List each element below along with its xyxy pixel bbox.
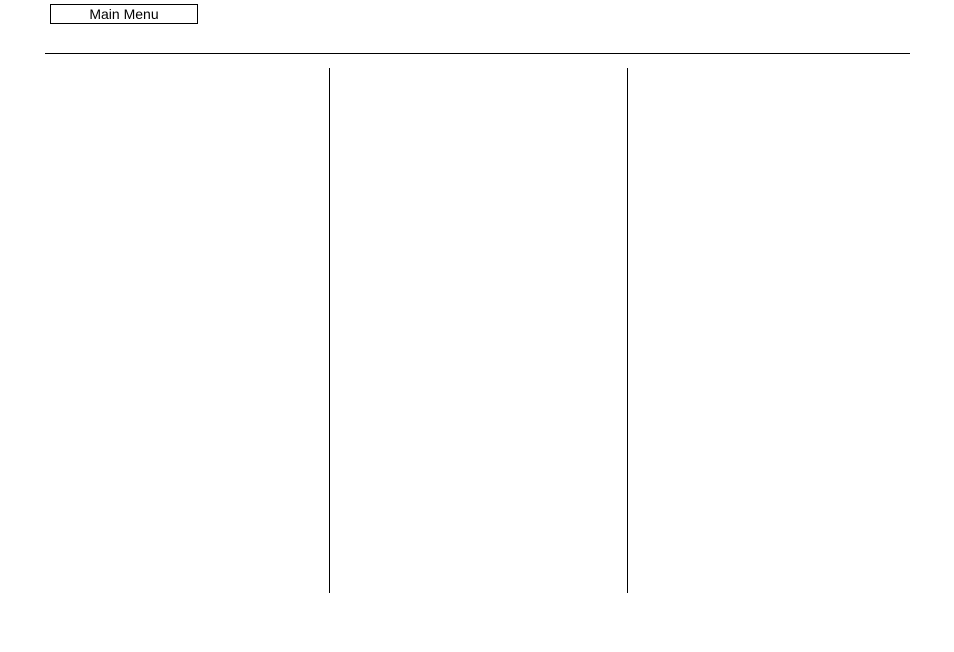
main-menu-label: Main Menu	[89, 6, 158, 22]
content-column-1	[45, 68, 328, 593]
content-column-2	[330, 68, 626, 593]
main-menu-button[interactable]: Main Menu	[50, 4, 198, 24]
content-column-3	[628, 68, 910, 593]
horizontal-divider	[45, 53, 910, 54]
